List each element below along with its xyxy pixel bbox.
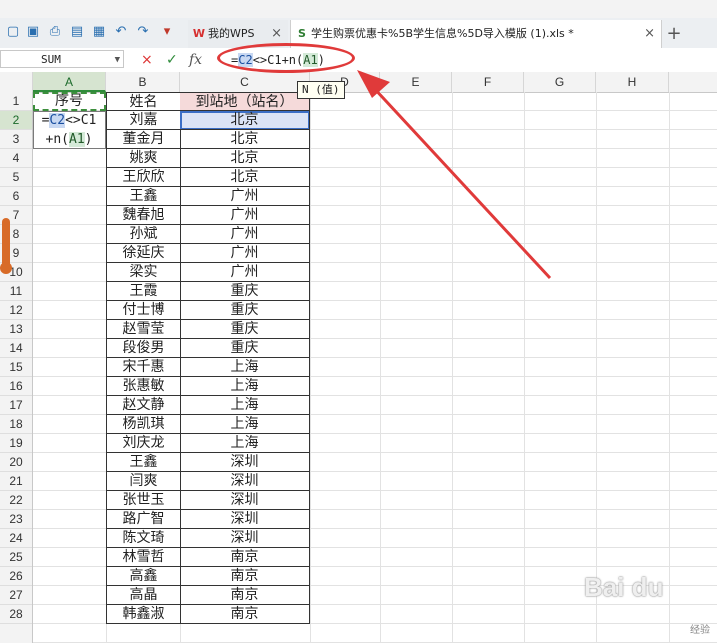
watermark-sub: 经验 [690,625,710,636]
arrow-shaft [370,84,552,280]
watermark-logo: Bai du 经验 [584,572,714,638]
arrow-head [357,70,390,98]
watermark-brand: Bai du [584,572,664,602]
thermometer-widget-icon [0,218,12,274]
station-cell[interactable]: 北京 [180,111,310,130]
annotation-arrow [357,70,552,280]
